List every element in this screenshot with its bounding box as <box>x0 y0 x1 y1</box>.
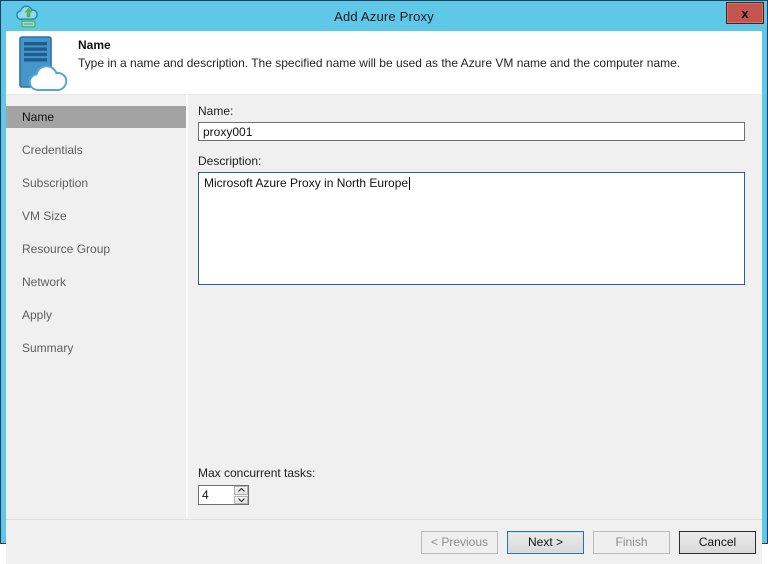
sidebar-item-apply[interactable]: Apply <box>6 304 186 326</box>
chevron-down-icon <box>238 498 245 502</box>
chevron-up-icon <box>238 488 245 492</box>
sidebar-item-vm-size[interactable]: VM Size <box>6 205 186 227</box>
wizard-buttons: < Previous Next > Finish Cancel <box>6 519 762 564</box>
max-tasks-input[interactable] <box>199 486 234 504</box>
wizard-step-banner: Name Type in a name and description. The… <box>6 31 762 95</box>
next-button[interactable]: Next > <box>507 531 584 554</box>
sidebar-item-subscription[interactable]: Subscription <box>6 172 186 194</box>
titlebar[interactable]: Add Azure Proxy x <box>6 1 762 31</box>
max-tasks-label: Max concurrent tasks: <box>198 466 315 480</box>
step-title: Name <box>78 38 680 52</box>
name-step-form: Name: Description: Microsoft Azure Proxy… <box>188 95 762 519</box>
name-input[interactable] <box>198 122 745 141</box>
text-caret <box>409 177 410 190</box>
sidebar-item-summary[interactable]: Summary <box>6 337 186 359</box>
wizard-steps-sidebar: Name Credentials Subscription VM Size Re… <box>6 95 188 519</box>
add-azure-proxy-dialog: Add Azure Proxy x Name Type in a name an… <box>0 0 768 544</box>
azure-proxy-server-icon <box>12 36 74 92</box>
sidebar-item-resource-group[interactable]: Resource Group <box>6 238 186 260</box>
spin-down-button[interactable] <box>234 496 248 505</box>
description-field-label: Description: <box>198 154 762 168</box>
name-field-label: Name: <box>198 104 762 118</box>
sidebar-item-network[interactable]: Network <box>6 271 186 293</box>
sidebar-item-credentials[interactable]: Credentials <box>6 139 186 161</box>
finish-button[interactable]: Finish <box>593 531 670 554</box>
sidebar-item-name[interactable]: Name <box>6 106 186 128</box>
dialog-content: Name Type in a name and description. The… <box>6 31 762 564</box>
previous-button[interactable]: < Previous <box>421 531 498 554</box>
max-tasks-stepper <box>198 485 249 505</box>
window-title: Add Azure Proxy <box>6 9 762 24</box>
close-icon[interactable]: x <box>726 2 764 24</box>
cancel-button[interactable]: Cancel <box>679 531 756 554</box>
cloud-upload-icon <box>14 5 42 29</box>
spin-up-button[interactable] <box>234 486 248 495</box>
description-input[interactable]: Microsoft Azure Proxy in North Europe <box>198 172 745 285</box>
step-description: Type in a name and description. The spec… <box>78 56 680 70</box>
